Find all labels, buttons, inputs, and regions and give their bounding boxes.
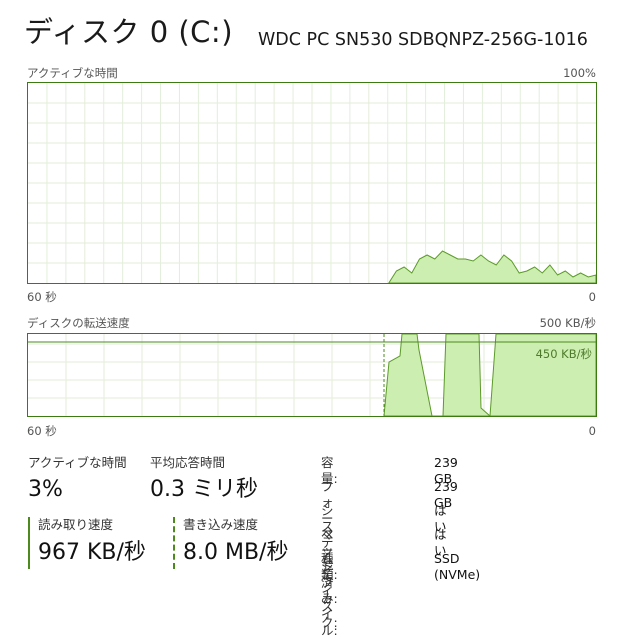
read-speed-label: 読み取り速度	[38, 517, 114, 532]
active-time-label: アクティブな時間	[28, 455, 127, 470]
transfer-graph-ref: 450 KB/秒	[535, 347, 592, 361]
active-time-value: 3%	[28, 477, 63, 502]
write-speed-label: 書き込み速度	[183, 517, 259, 532]
avg-response-label: 平均応答時間	[150, 455, 226, 470]
transfer-graph-canvas	[28, 334, 596, 416]
write-speed-value: 8.0 MB/秒	[183, 540, 289, 565]
transfer-graph-span: 60 秒	[27, 424, 57, 438]
active-time-graph-max: 100%	[563, 66, 596, 80]
transfer-graph-label: ディスクの転送速度	[27, 316, 130, 330]
active-time-graph	[27, 82, 597, 284]
disk-model: WDC PC SN530 SDBQNPZ-256G-1016	[258, 30, 588, 50]
property-key: 種類:	[321, 551, 338, 582]
active-time-graph-canvas	[28, 83, 596, 283]
active-time-graph-min: 0	[588, 290, 596, 304]
disk-title: ディスク 0 (C:)	[24, 15, 234, 49]
active-time-graph-span: 60 秒	[27, 290, 57, 304]
active-time-graph-label: アクティブな時間	[27, 66, 118, 80]
read-speed-indicator	[28, 517, 30, 569]
active-time-series-area	[388, 250, 596, 283]
write-speed-indicator	[173, 517, 175, 569]
transfer-graph-min: 0	[588, 424, 596, 438]
transfer-graph	[27, 333, 597, 417]
avg-response-value: 0.3 ミリ秒	[150, 477, 258, 502]
transfer-graph-max: 500 KB/秒	[539, 316, 596, 330]
read-speed-value: 967 KB/秒	[38, 540, 146, 565]
property-key: ページ ファイル:	[321, 527, 338, 638]
property-value: SSD (NVMe)	[434, 551, 481, 582]
